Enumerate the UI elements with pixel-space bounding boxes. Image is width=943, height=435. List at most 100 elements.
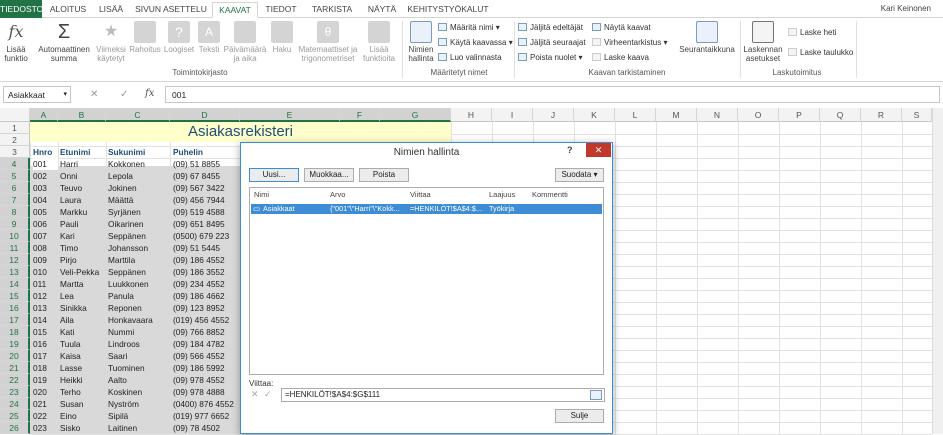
cell-sukunimi[interactable]: Syrjänen	[108, 206, 170, 218]
sheet-title[interactable]: Asiakasrekisteri	[30, 122, 451, 142]
column-header-K[interactable]: K	[574, 108, 615, 122]
cell-hnro[interactable]: 012	[33, 290, 58, 302]
cell-hnro[interactable]: 019	[33, 374, 58, 386]
cancel-icon[interactable]: ✕	[251, 389, 259, 400]
row-header-1[interactable]: 1	[0, 122, 30, 134]
row-header-25[interactable]: 25	[0, 410, 30, 422]
cell-sukunimi[interactable]: Seppänen	[108, 266, 170, 278]
vertical-scrollbar[interactable]	[932, 108, 943, 434]
insert-function-button[interactable]: fx Lisää funktio	[2, 21, 30, 63]
tab-home[interactable]: ALOITUS	[44, 2, 92, 18]
use-in-formula-button[interactable]: Käytä kaavassa ▾	[438, 38, 513, 48]
chevron-down-icon[interactable]: ▾	[63, 90, 67, 98]
tab-formulas[interactable]: KAAVAT	[212, 2, 258, 18]
cell-sukunimi[interactable]: Sipilä	[108, 410, 170, 422]
edit-button[interactable]: Muokkaa...	[304, 168, 354, 182]
select-all-corner[interactable]	[0, 108, 30, 122]
name-manager-button[interactable]: Nimien hallinta	[404, 21, 438, 63]
row-header-13[interactable]: 13	[0, 266, 30, 278]
math-button[interactable]: θ Matemaattiset ja trigonometriset	[296, 21, 360, 63]
col-header-value[interactable]: Arvo	[330, 190, 345, 199]
cell-puhelin[interactable]: (09) 766 8852	[173, 326, 239, 338]
row-header-5[interactable]: 5	[0, 170, 30, 182]
cell-puhelin[interactable]: (09) 67 8455	[173, 170, 239, 182]
watch-window-button[interactable]: Seurantaikkuna	[676, 21, 738, 54]
cell-hnro[interactable]: 020	[33, 386, 58, 398]
cell-hnro[interactable]: 010	[33, 266, 58, 278]
header-etunimi[interactable]: Etunimi	[60, 146, 106, 158]
row-header-6[interactable]: 6	[0, 182, 30, 194]
cell-puhelin[interactable]: (09) 566 4552	[173, 350, 239, 362]
help-icon[interactable]: ?	[567, 145, 573, 155]
cell-hnro[interactable]: 006	[33, 218, 58, 230]
cell-sukunimi[interactable]: Panula	[108, 290, 170, 302]
row-header-18[interactable]: 18	[0, 326, 30, 338]
cell-hnro[interactable]: 007	[33, 230, 58, 242]
cell-etunimi[interactable]: Markku	[60, 206, 106, 218]
cell-etunimi[interactable]: Eino	[60, 410, 106, 422]
cell-sukunimi[interactable]: Koskinen	[108, 386, 170, 398]
cell-hnro[interactable]: 014	[33, 314, 58, 326]
cell-puhelin[interactable]: (0500) 679 223	[173, 230, 239, 242]
column-header-I[interactable]: I	[492, 108, 533, 122]
cell-etunimi[interactable]: Kaisa	[60, 350, 106, 362]
row-header-14[interactable]: 14	[0, 278, 30, 290]
list-item[interactable]: ▭ Asiakkaat {"001"\"Harri"\"Kokk... =HEN…	[251, 204, 602, 214]
cell-hnro[interactable]: 015	[33, 326, 58, 338]
column-header-E[interactable]: E	[240, 108, 340, 122]
dialog-titlebar[interactable]: Nimien hallinta ? ✕	[241, 143, 612, 163]
col-header-scope[interactable]: Laajuus	[489, 190, 515, 199]
column-header-B[interactable]: B	[58, 108, 106, 122]
col-header-refers[interactable]: Viittaa	[410, 190, 431, 199]
col-header-name[interactable]: Nimi	[254, 190, 269, 199]
row-header-16[interactable]: 16	[0, 302, 30, 314]
cell-etunimi[interactable]: Lea	[60, 290, 106, 302]
row-header-20[interactable]: 20	[0, 350, 30, 362]
cell-puhelin[interactable]: (09) 184 4782	[173, 338, 239, 350]
row-header-15[interactable]: 15	[0, 290, 30, 302]
financial-button[interactable]: Rahoitus	[128, 21, 162, 54]
column-header-S[interactable]: S	[902, 108, 932, 122]
column-header-L[interactable]: L	[615, 108, 656, 122]
cell-etunimi[interactable]: Onni	[60, 170, 106, 182]
formula-input[interactable]: 001	[165, 86, 940, 103]
user-name[interactable]: Kari Keinonen	[881, 4, 931, 13]
cell-hnro[interactable]: 001	[33, 158, 58, 170]
calculate-sheet-button[interactable]: Laske taulukko	[788, 48, 853, 58]
cell-etunimi[interactable]: Kari	[60, 230, 106, 242]
close-button[interactable]: Sulje	[555, 409, 604, 423]
cell-etunimi[interactable]: Laura	[60, 194, 106, 206]
cell-sukunimi[interactable]: Laitinen	[108, 422, 170, 434]
row-header-3[interactable]: 3	[0, 146, 30, 158]
cell-hnro[interactable]: 013	[33, 302, 58, 314]
cancel-icon[interactable]: ✕	[90, 89, 98, 100]
evaluate-formula-button[interactable]: Laske kaava	[592, 53, 649, 63]
show-formulas-button[interactable]: Näytä kaavat	[592, 23, 651, 33]
cell-hnro[interactable]: 011	[33, 278, 58, 290]
cell-etunimi[interactable]: Harri	[60, 158, 106, 170]
cell-etunimi[interactable]: Veli-Pekka	[60, 266, 106, 278]
cell-etunimi[interactable]: Sinikka	[60, 302, 106, 314]
cell-puhelin[interactable]: (0400) 876 4552	[173, 398, 239, 410]
row-header-17[interactable]: 17	[0, 314, 30, 326]
cell-sukunimi[interactable]: Seppänen	[108, 230, 170, 242]
cell-sukunimi[interactable]: Saari	[108, 350, 170, 362]
close-icon[interactable]: ✕	[586, 143, 611, 157]
cell-hnro[interactable]: 009	[33, 254, 58, 266]
tab-page-layout[interactable]: SIVUN ASETTELU	[130, 2, 212, 18]
column-header-A[interactable]: A	[30, 108, 58, 122]
cell-sukunimi[interactable]: Jokinen	[108, 182, 170, 194]
column-header-G[interactable]: G	[380, 108, 451, 122]
cell-puhelin[interactable]: (09) 567 3422	[173, 182, 239, 194]
name-box[interactable]: Asiakkaat ▾	[3, 86, 71, 103]
column-header-C[interactable]: C	[106, 108, 170, 122]
cell-etunimi[interactable]: Martta	[60, 278, 106, 290]
cell-etunimi[interactable]: Aila	[60, 314, 106, 326]
cell-puhelin[interactable]: (09) 123 8952	[173, 302, 239, 314]
cell-sukunimi[interactable]: Reponen	[108, 302, 170, 314]
datetime-button[interactable]: Päivämäärä ja aika	[222, 21, 268, 63]
header-hnro[interactable]: Hnro	[33, 146, 58, 158]
row-header-22[interactable]: 22	[0, 374, 30, 386]
enter-icon[interactable]: ✓	[120, 89, 128, 100]
cell-sukunimi[interactable]: Määttä	[108, 194, 170, 206]
